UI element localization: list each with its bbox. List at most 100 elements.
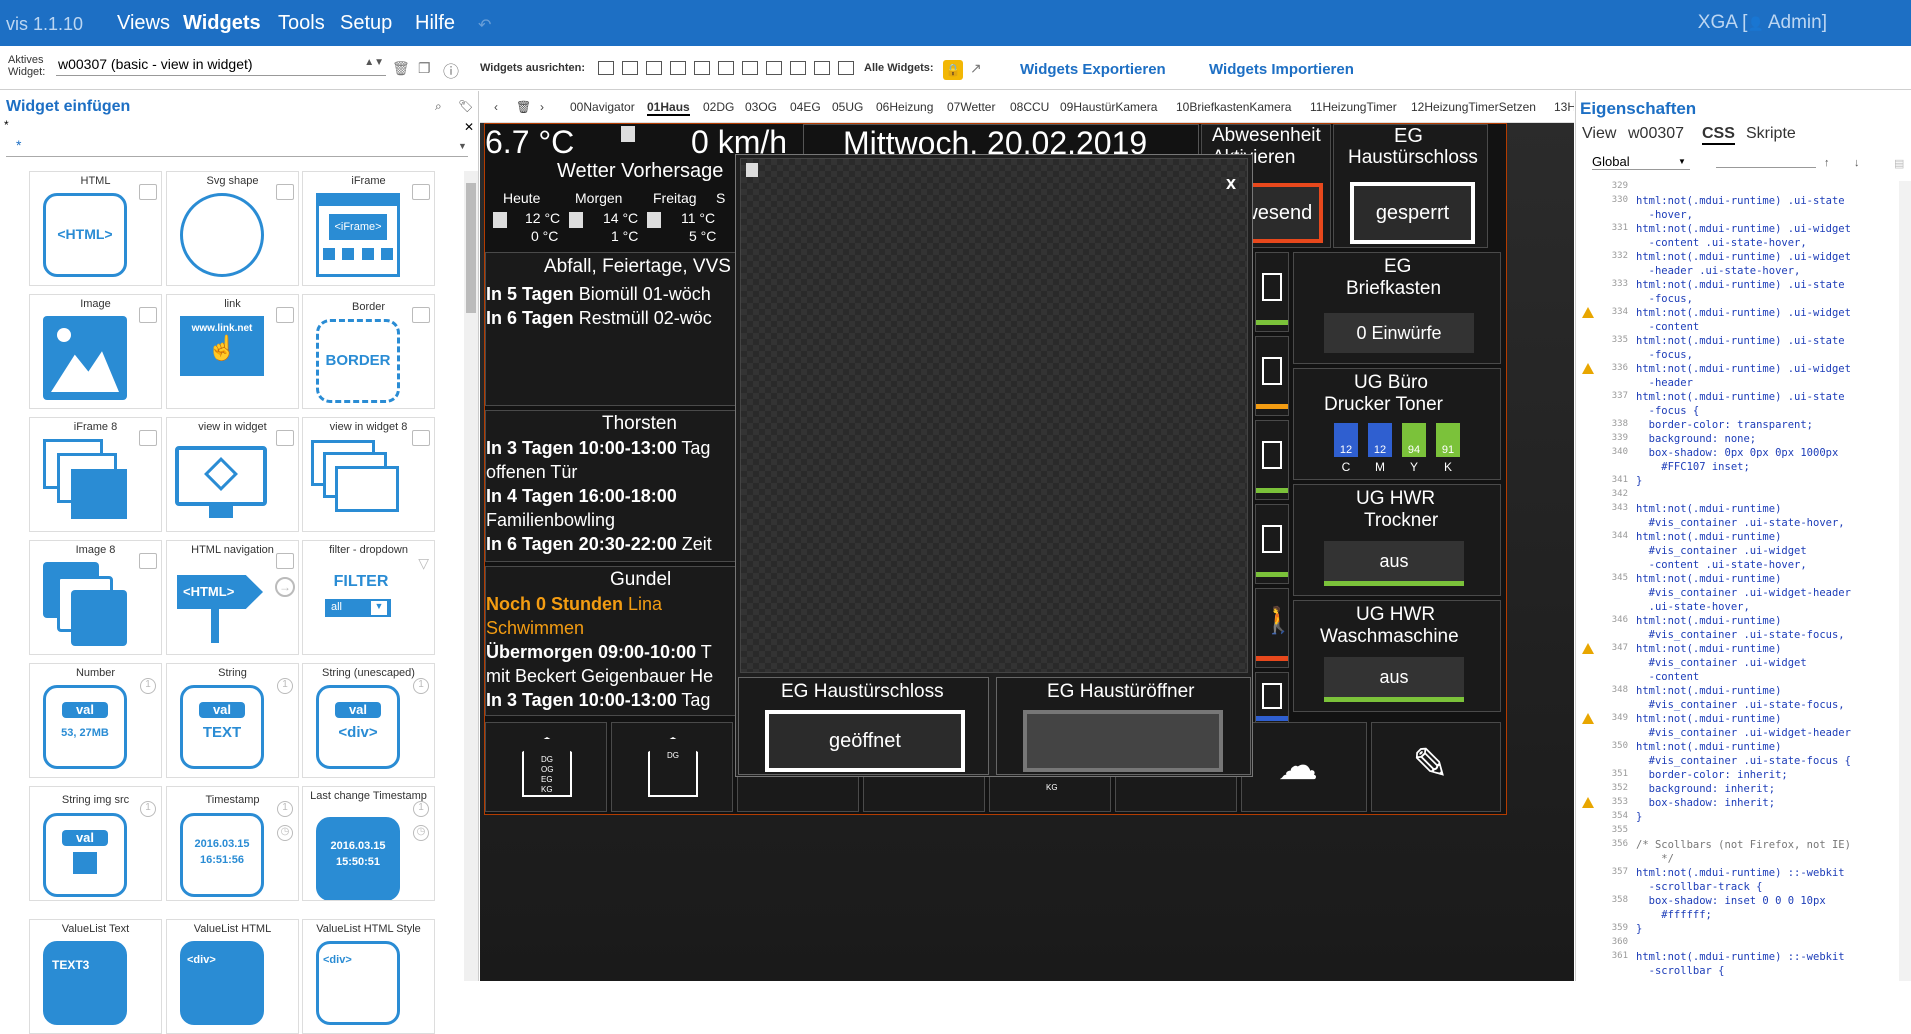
code-line[interactable]: 335 html:not(.mdui-runtime) .ui-state <box>1576 335 1896 349</box>
widget-timestamp[interactable]: Timestamp 2016.03.15 16:51:56 1 ◷ <box>166 786 299 901</box>
code-line[interactable]: #vis_container .ui-widget-header <box>1576 727 1896 741</box>
css-search-input[interactable] <box>1716 167 1816 168</box>
user-indicator[interactable]: XGA [👤 Admin] <box>1698 12 1827 34</box>
align-left-icon[interactable] <box>598 61 614 75</box>
code-line[interactable]: -scrollbar { <box>1576 965 1896 979</box>
code-line[interactable]: 339 background: none; <box>1576 433 1896 447</box>
code-line[interactable]: -scrollbar-track { <box>1576 881 1896 895</box>
code-line[interactable]: 329 <box>1576 181 1896 195</box>
device-tile[interactable] <box>1255 420 1289 500</box>
code-line[interactable]: #vis_container .ui-widget <box>1576 657 1896 671</box>
widget-valuelist-text[interactable]: ValueList Text TEXT3 <box>29 919 162 1034</box>
search-icon[interactable]: ⌕ <box>435 99 442 114</box>
code-line[interactable]: 360 <box>1576 937 1896 951</box>
tab-00navigator[interactable]: 00Navigator <box>570 100 635 114</box>
tab-css[interactable]: CSS <box>1702 125 1735 145</box>
widget-iframe-8[interactable]: iFrame 8 <box>29 417 162 532</box>
widget-image[interactable]: Image <box>29 294 162 409</box>
code-line[interactable]: #FFC107 inset; <box>1576 461 1896 475</box>
code-line[interactable]: 342 <box>1576 489 1896 503</box>
widget-border[interactable]: Border BORDER <box>302 294 435 409</box>
widget-string-img-src[interactable]: String img src val 1 <box>29 786 162 901</box>
widget-html-navigation[interactable]: HTML navigation <HTML> → <box>166 540 299 655</box>
widget-link[interactable]: link www.link.net ☝ <box>166 294 299 409</box>
code-line[interactable]: 358 box-shadow: inset 0 0 0 10px <box>1576 895 1896 909</box>
info-icon[interactable]: ⓘ <box>443 58 459 82</box>
nav-notes-tile[interactable]: ✎ <box>1371 722 1501 812</box>
widget-valuelist-html-style[interactable]: ValueList HTML Style <div> <box>302 919 435 1034</box>
align-center-v-icon[interactable] <box>694 61 710 75</box>
lock-icon[interactable]: 🔒 <box>943 60 963 80</box>
same-width-icon[interactable] <box>814 61 830 75</box>
widget-view-in-widget-8[interactable]: view in widget 8 <box>302 417 435 532</box>
code-line[interactable]: 336 html:not(.mdui-runtime) .ui-widget <box>1576 363 1896 377</box>
gesperrt-button[interactable]: gesperrt <box>1350 182 1475 244</box>
align-top-icon[interactable] <box>646 61 662 75</box>
active-widget-select[interactable]: w00307 (basic - view in widget) ▲▼ <box>56 56 386 76</box>
code-line[interactable]: 346 html:not(.mdui-runtime) <box>1576 615 1896 629</box>
undo-icon[interactable]: ↶ <box>478 15 491 35</box>
css-editor-scrollbar[interactable] <box>1899 181 1911 981</box>
code-line[interactable]: #vis_container .ui-widget-header <box>1576 587 1896 601</box>
code-line[interactable]: 333 html:not(.mdui-runtime) .ui-state <box>1576 279 1896 293</box>
widget-number[interactable]: Number val 53, 27MB 1 <box>29 663 162 778</box>
geoeffnet-button[interactable]: geöffnet <box>765 710 965 772</box>
code-line[interactable]: 330 html:not(.mdui-runtime) .ui-state <box>1576 195 1896 209</box>
code-line[interactable]: 351 border-color: inherit; <box>1576 769 1896 783</box>
code-line[interactable]: 361 html:not(.mdui-runtime) ::-webkit <box>1576 951 1896 965</box>
code-line[interactable]: 349 html:not(.mdui-runtime) <box>1576 713 1896 727</box>
tab-07wetter[interactable]: 07Wetter <box>947 100 995 114</box>
code-line[interactable]: #vis_container .ui-widget <box>1576 545 1896 559</box>
menu-tools[interactable]: Tools <box>278 12 325 35</box>
align-right-icon[interactable] <box>622 61 638 75</box>
distribute-h-icon[interactable] <box>766 61 782 75</box>
code-line[interactable]: #vis_container .ui-state-focus { <box>1576 755 1896 769</box>
code-line[interactable]: -focus, <box>1576 293 1896 307</box>
nav-house-tile[interactable]: DG OG EG KG <box>485 722 607 812</box>
nav-weather-tile[interactable]: ☁ <box>1241 722 1367 812</box>
same-size-icon[interactable] <box>790 61 806 75</box>
tag-icon[interactable]: 🏷 <box>458 99 473 113</box>
tab-01haus[interactable]: 01Haus <box>647 100 690 116</box>
code-line[interactable]: 356 /* Scollbars (not Firefox, not IE) <box>1576 839 1896 853</box>
css-scope-select[interactable]: Global ▼ <box>1592 154 1690 170</box>
widget-iframe[interactable]: iFrame <iFrame> <box>302 171 435 286</box>
same-height-icon[interactable] <box>838 61 854 75</box>
code-line[interactable]: -header .ui-state-hover, <box>1576 265 1896 279</box>
code-line[interactable]: 337 html:not(.mdui-runtime) .ui-state <box>1576 391 1896 405</box>
code-line[interactable]: .ui-state-hover, <box>1576 601 1896 615</box>
device-tile[interactable] <box>1255 336 1289 416</box>
tab-widget[interactable]: w00307 <box>1628 125 1684 143</box>
settings-icon[interactable]: ▤ <box>1894 157 1904 170</box>
code-line[interactable]: -content .ui-state-hover, <box>1576 237 1896 251</box>
code-line[interactable]: 344 html:not(.mdui-runtime) <box>1576 531 1896 545</box>
code-line[interactable]: 353 box-shadow: inherit; <box>1576 797 1896 811</box>
tab-06heizung[interactable]: 06Heizung <box>876 100 933 114</box>
code-line[interactable]: -hover, <box>1576 209 1896 223</box>
code-line[interactable]: 338 border-color: transparent; <box>1576 419 1896 433</box>
menu-widgets[interactable]: Widgets <box>183 12 261 35</box>
tab-trash-icon[interactable]: 🗑 <box>516 100 531 114</box>
code-line[interactable]: -content .ui-state-hover, <box>1576 559 1896 573</box>
tab-10briefkastenkamera[interactable]: 10BriefkastenKamera <box>1176 100 1291 114</box>
code-line[interactable]: 340 box-shadow: 0px 0px 0px 1000px <box>1576 447 1896 461</box>
css-editor[interactable]: 329 330 html:not(.mdui-runtime) .ui-state … <box>1576 181 1911 981</box>
code-line[interactable]: 357 html:not(.mdui-runtime) ::-webkit <box>1576 867 1896 881</box>
oeffner-button[interactable] <box>1023 710 1223 772</box>
code-line[interactable]: -content <box>1576 671 1896 685</box>
tab-05ug[interactable]: 05UG <box>832 100 863 114</box>
code-line[interactable]: #ffffff; <box>1576 909 1896 923</box>
tab-view[interactable]: View <box>1582 125 1616 143</box>
device-tile[interactable] <box>1255 672 1289 728</box>
palette-scrollbar[interactable] <box>464 171 478 981</box>
widget-string[interactable]: String val TEXT 1 <box>166 663 299 778</box>
tab-08ccu[interactable]: 08CCU <box>1010 100 1049 114</box>
menu-views[interactable]: Views <box>117 12 170 35</box>
external-link-icon[interactable]: ↗ <box>970 60 982 77</box>
tab-next-icon[interactable]: › <box>540 100 544 114</box>
tab-02dg[interactable]: 02DG <box>703 100 734 114</box>
arrow-up-icon[interactable]: ↑ <box>1824 157 1830 169</box>
nav-dg-tile[interactable]: DG <box>611 722 733 812</box>
code-line[interactable]: 359} <box>1576 923 1896 937</box>
code-line[interactable]: 350 html:not(.mdui-runtime) <box>1576 741 1896 755</box>
